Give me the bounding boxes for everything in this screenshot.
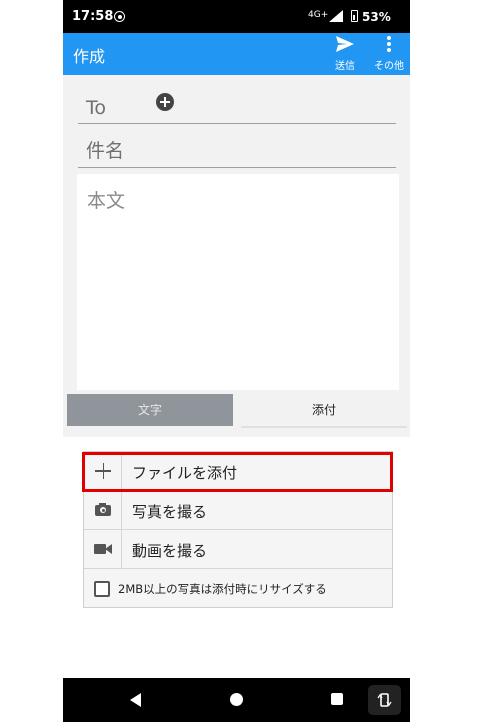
send-button[interactable]: 送信 (325, 36, 365, 72)
signal-icon (329, 10, 343, 22)
page-title: 作成 (73, 47, 106, 66)
rotate-icon[interactable] (368, 685, 401, 715)
more-button[interactable]: その他 (369, 36, 409, 72)
add-recipient-icon[interactable] (156, 93, 174, 111)
tab-text[interactable]: 文字 (67, 394, 233, 426)
subject-field[interactable]: 件名 (78, 129, 396, 168)
body-field[interactable]: 本文 (77, 174, 399, 390)
more-vert-icon (387, 36, 391, 52)
take-photo-label: 写真を撮る (132, 503, 208, 521)
attach-options-list: ファイルを添付 写真を撮る 動画を撮る 2MB以上の写真は添付時にリサイズする (83, 451, 393, 608)
back-icon[interactable] (130, 693, 141, 707)
take-video-option[interactable]: 動画を撮る (84, 530, 392, 569)
subject-placeholder: 件名 (86, 140, 125, 162)
video-camera-icon (84, 530, 122, 568)
camera-icon (84, 491, 122, 529)
attach-file-label: ファイルを添付 (132, 464, 238, 482)
tab-attach[interactable]: 添付 (241, 394, 407, 428)
send-icon (336, 36, 354, 52)
home-icon[interactable] (230, 693, 243, 706)
network-type: 4G+ (308, 10, 329, 20)
plus-icon (84, 452, 122, 490)
resize-label: 2MB以上の写真は添付時にリサイズする (118, 582, 327, 596)
compose-tabs: 文字 添付 (67, 394, 407, 428)
status-time: 17:58 (72, 9, 114, 24)
take-video-label: 動画を撮る (132, 542, 208, 560)
resize-checkbox[interactable] (94, 581, 110, 597)
resize-option[interactable]: 2MB以上の写真は添付時にリサイズする (84, 569, 392, 607)
to-field[interactable]: To (78, 85, 396, 124)
attach-panel: ファイルを添付 写真を撮る 動画を撮る 2MB以上の写真は添付時にリサイズする (63, 437, 410, 678)
attach-file-option[interactable]: ファイルを添付 (84, 452, 392, 491)
send-label: 送信 (335, 61, 355, 72)
body-placeholder: 本文 (87, 190, 126, 212)
notification-icon (114, 11, 125, 22)
take-photo-option[interactable]: 写真を撮る (84, 491, 392, 530)
to-placeholder: To (86, 97, 107, 119)
recent-apps-icon[interactable] (331, 693, 343, 705)
status-bar: 17:58 4G+ 53% (63, 0, 410, 33)
phone-screen: 17:58 4G+ 53% 作成 送信 その他 To 件名 本文 文字 添付 フ… (63, 0, 410, 722)
app-bar: 作成 送信 その他 (63, 33, 410, 75)
battery-icon (351, 10, 358, 22)
battery-percent: 53% (362, 10, 391, 24)
compose-area: To 件名 本文 文字 添付 (63, 75, 410, 437)
navigation-bar (63, 678, 410, 722)
more-label: その他 (374, 61, 404, 72)
